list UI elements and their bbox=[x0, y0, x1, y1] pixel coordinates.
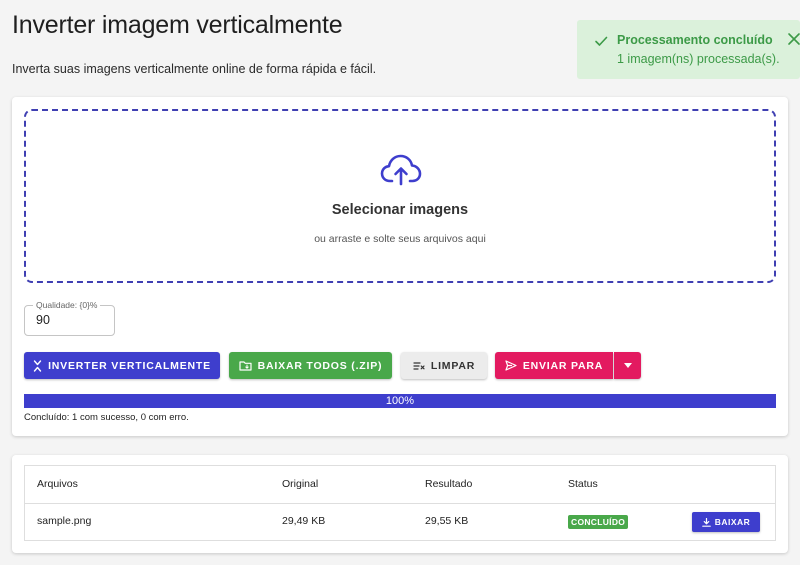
clear-list-icon bbox=[413, 361, 425, 370]
send-to-button[interactable]: ENVIAR PARA bbox=[495, 352, 613, 379]
download-all-zip-button[interactable]: BAIXAR TODOS (.ZIP) bbox=[229, 352, 392, 379]
table-header: Arquivos Original Resultado Status bbox=[25, 466, 775, 504]
folder-zip-icon bbox=[239, 361, 252, 371]
files-table: Arquivos Original Resultado Status sampl… bbox=[24, 465, 776, 541]
success-toast: Processamento concluído 1 imagem(ns) pro… bbox=[577, 20, 800, 79]
caret-down-icon bbox=[623, 363, 632, 368]
table-row: sample.png 29,49 KB 29,55 KB CONCLUÍDO B… bbox=[25, 503, 775, 540]
send-icon bbox=[505, 360, 517, 371]
zip-button-label: BAIXAR TODOS (.ZIP) bbox=[257, 359, 383, 372]
send-button-label: ENVIAR PARA bbox=[522, 359, 604, 372]
page-title: Inverter imagem verticalmente bbox=[12, 11, 343, 39]
send-to-dropdown-button[interactable] bbox=[614, 352, 641, 379]
invert-vertically-button[interactable]: INVERTER VERTICALMENTE bbox=[24, 352, 220, 379]
cloud-upload-icon bbox=[380, 154, 422, 186]
header-files: Arquivos bbox=[37, 478, 78, 490]
progress-status: Concluído: 1 com sucesso, 0 com erro. bbox=[24, 412, 189, 423]
toast-title: Processamento concluído bbox=[617, 33, 773, 47]
file-original-size: 29,49 KB bbox=[282, 515, 326, 527]
dropzone-title: Selecionar imagens bbox=[331, 202, 469, 218]
clear-button-label: LIMPAR bbox=[430, 359, 476, 372]
progress-bar: 100% bbox=[24, 394, 776, 408]
file-dropzone[interactable]: Selecionar imagens ou arraste e solte se… bbox=[24, 109, 776, 283]
header-result: Resultado bbox=[425, 478, 473, 490]
quality-label: Qualidade: {0}% bbox=[33, 300, 101, 310]
check-icon bbox=[595, 36, 608, 46]
status-badge: CONCLUÍDO bbox=[568, 515, 629, 529]
header-status: Status bbox=[568, 478, 598, 490]
dropzone-subtitle: ou arraste e solte seus arquivos aqui bbox=[314, 233, 486, 245]
file-name: sample.png bbox=[37, 515, 92, 527]
quality-field[interactable]: Qualidade: {0}% bbox=[24, 300, 115, 336]
close-icon[interactable] bbox=[787, 32, 800, 46]
flip-vertical-icon bbox=[33, 359, 42, 372]
header-original: Original bbox=[282, 478, 319, 490]
page-subtitle: Inverta suas imagens verticalmente onlin… bbox=[12, 62, 377, 76]
file-result-size: 29,55 KB bbox=[425, 515, 469, 527]
invert-button-label: INVERTER VERTICALMENTE bbox=[48, 359, 211, 372]
download-button-label: BAIXAR bbox=[714, 517, 751, 527]
toast-message: 1 imagem(ns) processada(s). bbox=[617, 52, 780, 66]
progress-label: 100% bbox=[385, 395, 415, 407]
upload-card: Selecionar imagens ou arraste e solte se… bbox=[12, 97, 788, 436]
clear-button[interactable]: LIMPAR bbox=[401, 352, 487, 379]
download-icon bbox=[701, 517, 711, 527]
quality-input[interactable] bbox=[36, 313, 106, 327]
download-file-button[interactable]: BAIXAR bbox=[692, 512, 760, 532]
files-card: Arquivos Original Resultado Status sampl… bbox=[12, 455, 788, 553]
